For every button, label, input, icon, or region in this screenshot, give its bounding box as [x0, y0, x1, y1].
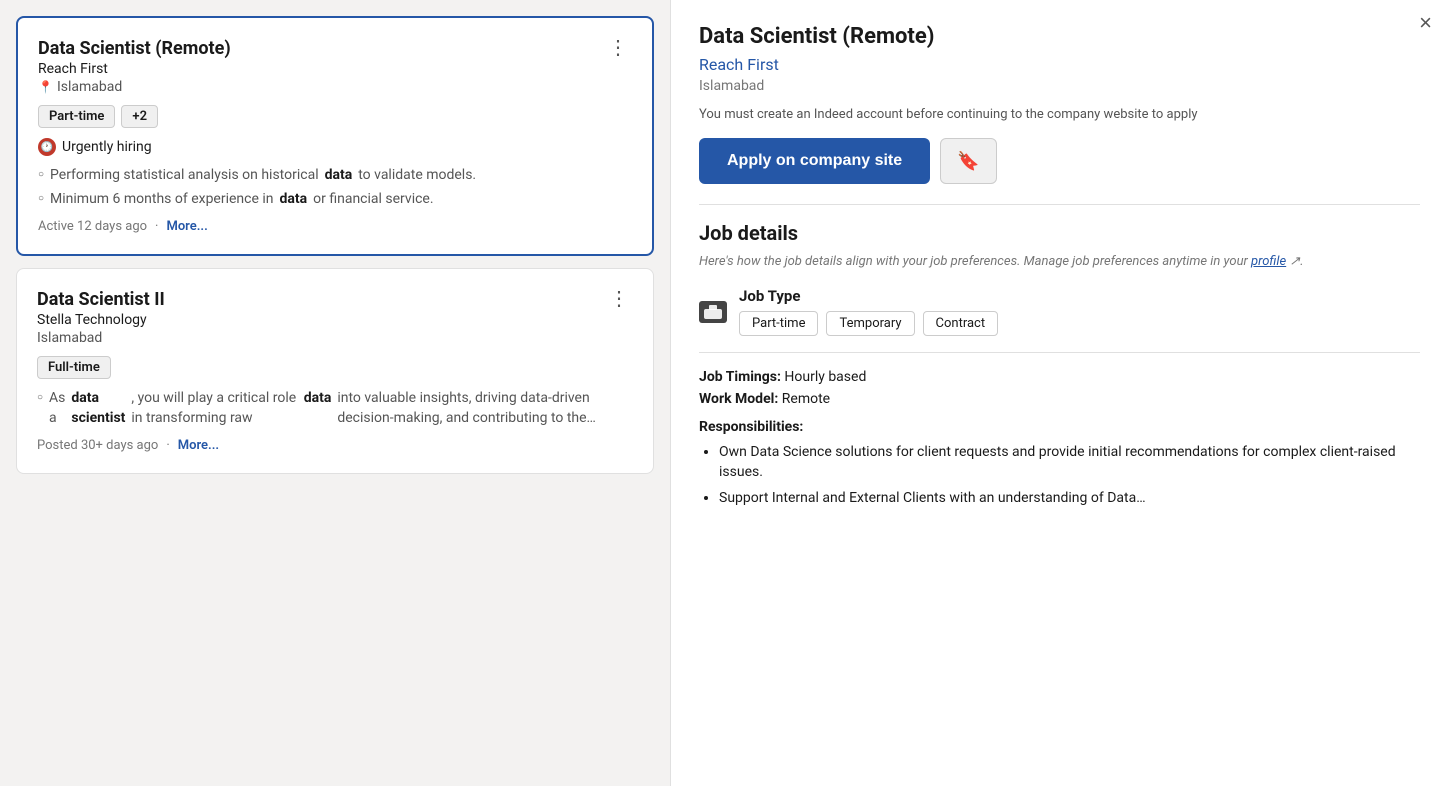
card-1-location: Islamabad — [57, 79, 122, 95]
job-list-panel: Data Scientist (Remote) Reach First 📍 Is… — [0, 0, 670, 786]
job-detail-panel: × Data Scientist (Remote) Reach First Is… — [670, 0, 1448, 786]
divider-1 — [699, 204, 1420, 205]
apply-row: Apply on company site 🔖 — [699, 138, 1420, 184]
job-type-content: Job Type Part-time Temporary Contract — [739, 287, 998, 336]
card-2-bullet-1: As a data scientist, you will play a cri… — [37, 389, 633, 428]
responsibilities-title: Responsibilities: — [699, 419, 1420, 435]
work-model-value: Remote — [782, 391, 830, 407]
warning-text: You must create an Indeed account before… — [699, 106, 1420, 124]
card-2-menu-btn[interactable]: ⋮ — [605, 289, 633, 309]
card-1-title-block: Data Scientist (Remote) Reach First 📍 Is… — [38, 38, 231, 105]
card-2-tag-fulltime: Full-time — [37, 356, 111, 379]
card-2-location: Islamabad — [37, 330, 102, 346]
job-type-label: Job Type — [739, 287, 998, 305]
card-1-tags: Part-time +2 — [38, 105, 632, 128]
detail-company-link[interactable]: Reach First — [699, 55, 1420, 74]
job-details-section-title: Job details — [699, 221, 1420, 245]
apply-button[interactable]: Apply on company site — [699, 138, 930, 184]
card-1-urgent-label: Urgently hiring — [62, 139, 152, 155]
job-timings-label: Job Timings: — [699, 369, 781, 385]
card-2-more-link[interactable]: More... — [178, 438, 219, 453]
save-button[interactable]: 🔖 — [940, 138, 996, 184]
subtitle-external-icon: ↗ — [1289, 254, 1300, 269]
card-1-footer-dot: · — [155, 219, 158, 234]
card-2-tags: Full-time — [37, 356, 633, 379]
card-1-more-link[interactable]: More... — [166, 219, 207, 234]
profile-link[interactable]: profile — [1251, 254, 1286, 269]
card-2-footer-time: Posted 30+ days ago — [37, 438, 158, 453]
work-model-label: Work Model: — [699, 391, 778, 407]
job-type-tags: Part-time Temporary Contract — [739, 311, 998, 336]
card-2-job-title: Data Scientist II — [37, 289, 165, 310]
card-1-tag-parttime: Part-time — [38, 105, 115, 128]
resp-item-1: Own Data Science solutions for client re… — [719, 443, 1420, 482]
divider-2 — [699, 352, 1420, 353]
card-1-urgent-row: 🕐 Urgently hiring — [38, 138, 632, 156]
card-2-location-row: Islamabad — [37, 330, 165, 346]
subtitle-text: Here's how the job details align with yo… — [699, 254, 1248, 269]
card-1-bullet-2: Minimum 6 months of experience in data o… — [38, 190, 632, 210]
job-card-1[interactable]: Data Scientist (Remote) Reach First 📍 Is… — [16, 16, 654, 256]
work-model-row: Work Model: Remote — [699, 391, 1420, 407]
card-1-footer-time: Active 12 days ago — [38, 219, 147, 234]
urgent-clock-icon: 🕐 — [38, 138, 56, 156]
job-type-icon — [699, 301, 727, 323]
card-1-footer: Active 12 days ago · More... — [38, 219, 632, 234]
card-1-bullets: Performing statistical analysis on histo… — [38, 166, 632, 209]
card-1-header: Data Scientist (Remote) Reach First 📍 Is… — [38, 38, 632, 105]
resp-item-2: Support Internal and External Clients wi… — [719, 489, 1420, 509]
job-type-tag-contract: Contract — [923, 311, 999, 336]
close-button[interactable]: × — [1419, 12, 1432, 34]
job-card-2[interactable]: Data Scientist II Stella Technology Isla… — [16, 268, 654, 474]
bookmark-icon: 🔖 — [957, 151, 979, 172]
detail-job-title: Data Scientist (Remote) — [699, 24, 1420, 49]
responsibilities-list: Own Data Science solutions for client re… — [699, 443, 1420, 508]
card-1-tag-plus2: +2 — [121, 105, 158, 128]
card-2-title-block: Data Scientist II Stella Technology Isla… — [37, 289, 165, 356]
card-1-location-row: 📍 Islamabad — [38, 79, 231, 95]
card-1-company: Reach First — [38, 61, 231, 77]
card-2-header: Data Scientist II Stella Technology Isla… — [37, 289, 633, 356]
card-1-bullet-1: Performing statistical analysis on histo… — [38, 166, 632, 186]
detail-location: Islamabad — [699, 78, 1420, 94]
job-type-tag-temporary: Temporary — [826, 311, 914, 336]
card-1-job-title: Data Scientist (Remote) — [38, 38, 231, 59]
card-2-company: Stella Technology — [37, 312, 165, 328]
job-details-subtitle: Here's how the job details align with yo… — [699, 253, 1420, 271]
job-type-tag-parttime: Part-time — [739, 311, 818, 336]
job-type-row: Job Type Part-time Temporary Contract — [699, 287, 1420, 336]
card-2-bullets: As a data scientist, you will play a cri… — [37, 389, 633, 428]
card-1-menu-btn[interactable]: ⋮ — [604, 38, 632, 58]
location-pin-icon: 📍 — [38, 80, 53, 94]
card-2-footer-dot: · — [166, 438, 169, 453]
job-timings-value: Hourly based — [784, 369, 866, 385]
card-2-footer: Posted 30+ days ago · More... — [37, 438, 633, 453]
job-timings-row: Job Timings: Hourly based — [699, 369, 1420, 385]
